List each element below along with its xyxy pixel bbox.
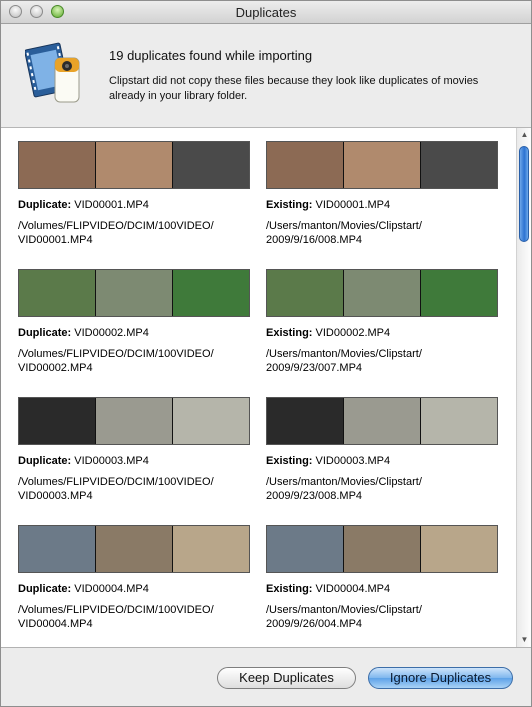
duplicate-filename: VID00002.MP4 <box>74 327 149 339</box>
button-bar: Keep Duplicates Ignore Duplicates <box>1 648 531 706</box>
duplicates-rows: Duplicate: VID00001.MP4/Volumes/FLIPVIDE… <box>1 128 515 640</box>
duplicate-prefix: Duplicate: <box>18 199 72 211</box>
video-frame-thumbnail <box>421 398 497 444</box>
scroll-thumb[interactable] <box>519 146 529 242</box>
video-frame-thumbnail <box>173 270 249 316</box>
existing-path: /Users/manton/Movies/Clipstart/ 2009/9/2… <box>266 348 422 374</box>
duplicate-filmstrip[interactable] <box>18 397 250 445</box>
duplicates-list[interactable]: Duplicate: VID00001.MP4/Volumes/FLIPVIDE… <box>1 128 531 648</box>
existing-label: Existing: VID00002.MP4 <box>266 327 498 339</box>
video-frame-thumbnail <box>267 398 344 444</box>
duplicate-filmstrip[interactable] <box>18 525 250 573</box>
video-frame-thumbnail <box>173 398 249 444</box>
duplicate-cell: Duplicate: VID00002.MP4/Volumes/FLIPVIDE… <box>18 269 250 375</box>
existing-label: Existing: VID00004.MP4 <box>266 583 498 595</box>
duplicate-prefix: Duplicate: <box>18 327 72 339</box>
video-frame-thumbnail <box>19 526 96 572</box>
video-frame-thumbnail <box>421 526 497 572</box>
video-frame-thumbnail <box>421 142 497 188</box>
duplicate-cell: Duplicate: VID00003.MP4/Volumes/FLIPVIDE… <box>18 397 250 503</box>
clipstart-app-icon <box>24 40 85 104</box>
existing-label: Existing: VID00001.MP4 <box>266 199 498 211</box>
video-frame-thumbnail <box>19 142 96 188</box>
duplicate-filename: VID00004.MP4 <box>74 583 149 595</box>
existing-filmstrip[interactable] <box>266 525 498 573</box>
existing-filename: VID00004.MP4 <box>315 583 391 595</box>
duplicate-cell: Duplicate: VID00004.MP4/Volumes/FLIPVIDE… <box>18 525 250 631</box>
duplicate-label: Duplicate: VID00003.MP4 <box>18 455 250 467</box>
existing-cell: Existing: VID00001.MP4/Users/manton/Movi… <box>266 141 498 247</box>
duplicates-explanation: Clipstart did not copy these files becau… <box>109 75 479 102</box>
video-frame-thumbnail <box>267 526 344 572</box>
existing-filename: VID00002.MP4 <box>315 327 391 339</box>
video-frame-thumbnail <box>344 526 421 572</box>
existing-prefix: Existing: <box>266 455 313 467</box>
existing-path: /Users/manton/Movies/Clipstart/ 2009/9/2… <box>266 604 422 630</box>
duplicate-prefix: Duplicate: <box>18 455 72 467</box>
duplicate-path: /Volumes/FLIPVIDEO/DCIM/100VIDEO/ VID000… <box>18 220 214 246</box>
existing-prefix: Existing: <box>266 583 313 595</box>
duplicate-prefix: Duplicate: <box>18 583 72 595</box>
duplicates-window: Duplicates 19 duplicates found while imp… <box>0 0 532 707</box>
duplicate-filename: VID00001.MP4 <box>74 199 149 211</box>
scroll-down-arrow-icon[interactable]: ▼ <box>517 633 531 647</box>
video-frame-thumbnail <box>344 398 421 444</box>
video-frame-thumbnail <box>344 142 421 188</box>
table-row: Duplicate: VID00002.MP4/Volumes/FLIPVIDE… <box>1 256 515 384</box>
existing-label: Existing: VID00003.MP4 <box>266 455 498 467</box>
existing-filmstrip[interactable] <box>266 397 498 445</box>
duplicate-filename: VID00003.MP4 <box>74 455 149 467</box>
duplicate-path: /Volumes/FLIPVIDEO/DCIM/100VIDEO/ VID000… <box>18 604 214 630</box>
video-frame-thumbnail <box>344 270 421 316</box>
table-row: Duplicate: VID00003.MP4/Volumes/FLIPVIDE… <box>1 384 515 512</box>
existing-cell: Existing: VID00002.MP4/Users/manton/Movi… <box>266 269 498 375</box>
vertical-scrollbar[interactable]: ▲ ▼ <box>516 128 531 647</box>
video-frame-thumbnail <box>173 142 249 188</box>
video-frame-thumbnail <box>173 526 249 572</box>
video-frame-thumbnail <box>96 270 173 316</box>
table-row: Duplicate: VID00001.MP4/Volumes/FLIPVIDE… <box>1 128 515 256</box>
video-frame-thumbnail <box>421 270 497 316</box>
table-row: Duplicate: VID00004.MP4/Volumes/FLIPVIDE… <box>1 512 515 640</box>
duplicate-filmstrip[interactable] <box>18 269 250 317</box>
duplicate-path: /Volumes/FLIPVIDEO/DCIM/100VIDEO/ VID000… <box>18 348 214 374</box>
duplicate-label: Duplicate: VID00004.MP4 <box>18 583 250 595</box>
existing-filename: VID00003.MP4 <box>315 455 391 467</box>
header-panel: 19 duplicates found while importing Clip… <box>1 24 531 128</box>
duplicate-cell: Duplicate: VID00001.MP4/Volumes/FLIPVIDE… <box>18 141 250 247</box>
existing-prefix: Existing: <box>266 199 313 211</box>
existing-filmstrip[interactable] <box>266 269 498 317</box>
scroll-up-arrow-icon[interactable]: ▲ <box>517 128 531 142</box>
duplicate-label: Duplicate: VID00001.MP4 <box>18 199 250 211</box>
video-frame-thumbnail <box>96 142 173 188</box>
video-frame-thumbnail <box>267 142 344 188</box>
video-frame-thumbnail <box>267 270 344 316</box>
window-title: Duplicates <box>235 5 297 20</box>
existing-path: /Users/manton/Movies/Clipstart/ 2009/9/2… <box>266 476 422 502</box>
keep-duplicates-button[interactable]: Keep Duplicates <box>217 667 356 689</box>
duplicate-path: /Volumes/FLIPVIDEO/DCIM/100VIDEO/ VID000… <box>18 476 214 502</box>
duplicate-label: Duplicate: VID00002.MP4 <box>18 327 250 339</box>
existing-prefix: Existing: <box>266 327 313 339</box>
video-frame-thumbnail <box>19 398 96 444</box>
ignore-duplicates-button[interactable]: Ignore Duplicates <box>368 667 513 689</box>
video-frame-thumbnail <box>19 270 96 316</box>
existing-cell: Existing: VID00004.MP4/Users/manton/Movi… <box>266 525 498 631</box>
duplicate-filmstrip[interactable] <box>18 141 250 189</box>
existing-filmstrip[interactable] <box>266 141 498 189</box>
video-frame-thumbnail <box>96 526 173 572</box>
existing-path: /Users/manton/Movies/Clipstart/ 2009/9/1… <box>266 220 422 246</box>
title-bar: Duplicates <box>1 1 531 24</box>
existing-cell: Existing: VID00003.MP4/Users/manton/Movi… <box>266 397 498 503</box>
video-frame-thumbnail <box>96 398 173 444</box>
duplicates-count-heading: 19 duplicates found while importing <box>109 48 313 63</box>
existing-filename: VID00001.MP4 <box>315 199 391 211</box>
